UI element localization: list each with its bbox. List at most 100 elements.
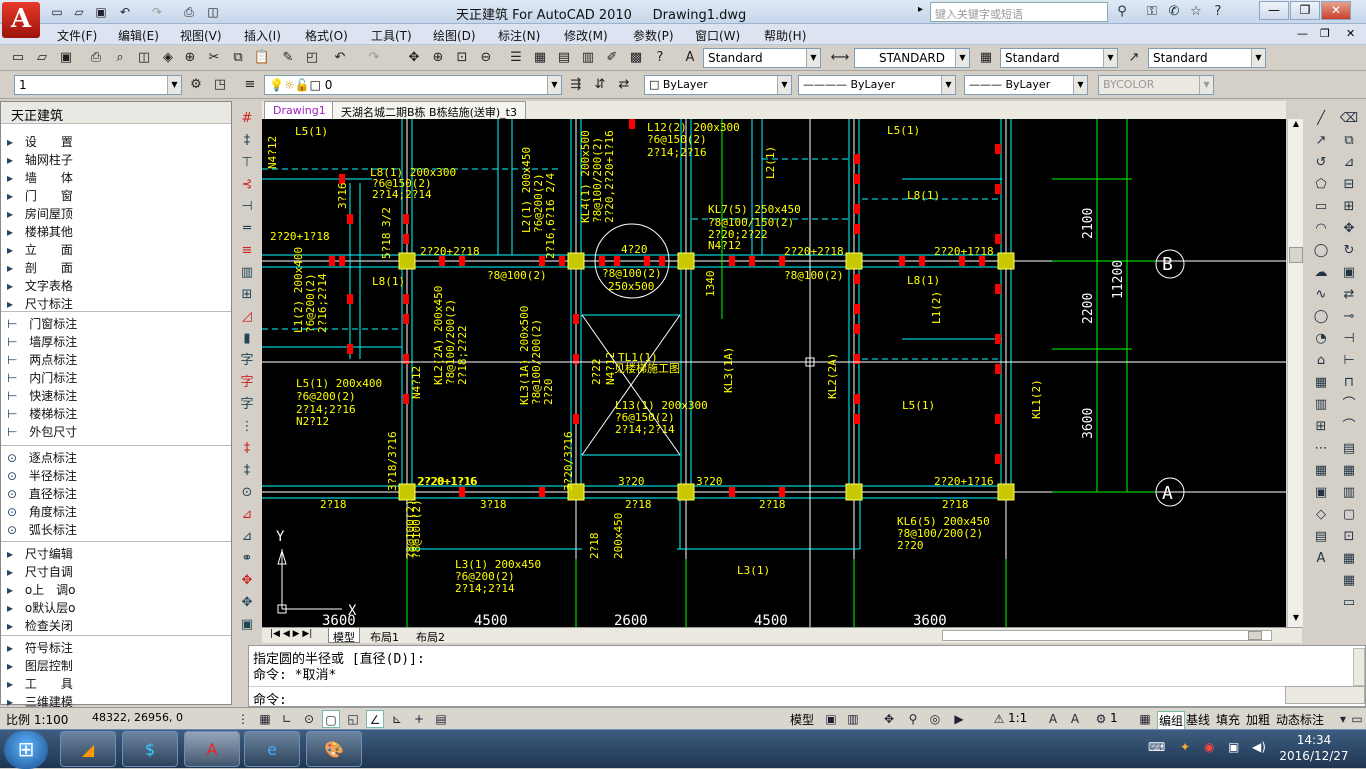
- dim2-item-group3-4[interactable]: ⊙ 弧长标注: [7, 521, 77, 539]
- etransmit-icon[interactable]: ⊕: [180, 48, 200, 68]
- publish-icon[interactable]: ◫: [134, 48, 154, 68]
- modify-tool-8-icon[interactable]: ⇄: [1339, 285, 1359, 305]
- open-icon[interactable]: ▱: [70, 3, 88, 21]
- modify-tool-10-icon[interactable]: ⊣: [1339, 329, 1359, 349]
- paste-icon[interactable]: 📋: [252, 48, 272, 68]
- draw-tool-19-icon[interactable]: ▤: [1311, 527, 1331, 547]
- search-input[interactable]: 键入关键字或短语: [930, 2, 1108, 22]
- scroll-up-icon[interactable]: ▲: [1289, 119, 1303, 133]
- tz-tool-16-icon[interactable]: ‡: [237, 461, 257, 481]
- doc-close-icon[interactable]: ✕: [1346, 27, 1355, 40]
- tz-tool-5-icon[interactable]: ═: [237, 219, 257, 239]
- modify-tool-20-icon[interactable]: ▦: [1339, 549, 1359, 569]
- volume-icon[interactable]: ◀): [1252, 740, 1266, 754]
- layer-state-icon[interactable]: ⇄: [614, 75, 634, 95]
- draw-tool-8-icon[interactable]: ∿: [1311, 285, 1331, 305]
- draw-tool-5-icon[interactable]: ◠: [1311, 219, 1331, 239]
- draw-tool-11-icon[interactable]: ⌂: [1311, 351, 1331, 371]
- help-icon[interactable]: ?: [650, 48, 670, 68]
- tz-tool-18-icon[interactable]: ⊿: [237, 505, 257, 525]
- panel-item-group1-7[interactable]: ▸ 剖 面: [7, 259, 73, 277]
- toggle-fill[interactable]: 填充: [1216, 711, 1240, 728]
- draw-tool-4-icon[interactable]: ▭: [1311, 197, 1331, 217]
- command-window[interactable]: 指定圆的半径或 [直径(D)]: 命令: *取消* 命令:: [248, 645, 1366, 708]
- text-style-icon[interactable]: A: [680, 48, 700, 68]
- modify-tool-7-icon[interactable]: ▣: [1339, 263, 1359, 283]
- edit-item-group4-0[interactable]: ▸ 尺寸编辑: [7, 545, 73, 563]
- layer-select[interactable]: 💡☼🔓□ 0 ▼: [264, 75, 562, 95]
- taskbar-app-1-icon[interactable]: ◢: [60, 731, 116, 767]
- doc-restore-icon[interactable]: ❐: [1320, 27, 1330, 40]
- calculator-icon[interactable]: ▩: [626, 48, 646, 68]
- qnew-icon[interactable]: ▭: [8, 48, 28, 68]
- taskbar-paint-icon[interactable]: 🎨: [306, 731, 362, 767]
- plotstyle-select[interactable]: BYCOLOR ▼: [1098, 75, 1214, 95]
- auto-scale-icon[interactable]: A: [1066, 710, 1084, 728]
- tz-tool-1-icon[interactable]: ‡: [237, 131, 257, 151]
- pan-icon[interactable]: ✥: [880, 710, 898, 728]
- save-icon[interactable]: ▣: [56, 48, 76, 68]
- draw-tool-20-icon[interactable]: A: [1311, 549, 1331, 569]
- panel-item-group1-3[interactable]: ▸ 门 窗: [7, 187, 73, 205]
- tz-tool-14-icon[interactable]: ⋮: [237, 417, 257, 437]
- tray-antivirus-icon[interactable]: ◉: [1204, 740, 1214, 754]
- copy-icon[interactable]: ⧉: [228, 48, 248, 68]
- markup-icon[interactable]: ✐: [602, 48, 622, 68]
- tz-tool-23-icon[interactable]: ▣: [237, 615, 257, 635]
- dim-item-group2-5[interactable]: ⊢ 楼梯标注: [7, 405, 77, 423]
- menu-draw[interactable]: 绘图(D): [431, 26, 478, 45]
- modify-tool-1-icon[interactable]: ⧉: [1339, 131, 1359, 151]
- dim-item-group2-4[interactable]: ⊢ 快速标注: [7, 387, 77, 405]
- publish-icon[interactable]: ◫: [204, 3, 222, 21]
- modify-tool-15-icon[interactable]: ▤: [1339, 439, 1359, 459]
- doc-tab-drawing1[interactable]: Drawing1: [264, 101, 335, 119]
- dim2-item-group3-2[interactable]: ⊙ 直径标注: [7, 485, 77, 503]
- modify-tool-18-icon[interactable]: ▢: [1339, 505, 1359, 525]
- workspace-switch-icon[interactable]: ⚙: [1092, 710, 1110, 728]
- pan-icon[interactable]: ✥: [404, 48, 424, 68]
- menu-window[interactable]: 窗口(W): [693, 26, 742, 45]
- application-menu-button[interactable]: A: [2, 2, 40, 38]
- tz-tool-20-icon[interactable]: ⚭: [237, 549, 257, 569]
- menu-edit[interactable]: 编辑(E): [116, 26, 161, 45]
- draw-tool-7-icon[interactable]: ☁: [1311, 263, 1331, 283]
- panel-item-group1-4[interactable]: ▸ 房间屋顶: [7, 205, 73, 223]
- key-icon[interactable]: ⚿: [1142, 3, 1162, 21]
- cut-icon[interactable]: ✂: [204, 48, 224, 68]
- modify-tool-19-icon[interactable]: ⊡: [1339, 527, 1359, 547]
- tz-tool-17-icon[interactable]: ⊙: [237, 483, 257, 503]
- scroll-thumb[interactable]: [1289, 247, 1303, 263]
- command-scrollbar[interactable]: [1285, 686, 1365, 704]
- modify-tool-21-icon[interactable]: ▦: [1339, 571, 1359, 591]
- block-editor-icon[interactable]: ◰: [302, 48, 322, 68]
- draw-tool-6-icon[interactable]: ◯: [1311, 241, 1331, 261]
- lineweight-select[interactable]: ——— ByLayer ▼: [964, 75, 1088, 95]
- doc-tab-b-building[interactable]: 天湖名城二期B栋 B栋结施(送审)_t3: [332, 101, 526, 119]
- modify-tool-5-icon[interactable]: ✥: [1339, 219, 1359, 239]
- layout1-icon[interactable]: ▣: [822, 710, 840, 728]
- dim-item-group2-6[interactable]: ⊢ 外包尺寸: [7, 423, 77, 441]
- color-select[interactable]: □ ByLayer ▼: [644, 75, 792, 95]
- zoom-icon[interactable]: ⚲: [904, 710, 922, 728]
- gear-icon[interactable]: ⚙: [186, 75, 206, 95]
- coordinate-readout[interactable]: 48322, 26956, 0: [92, 711, 183, 724]
- print-icon[interactable]: ⎙: [180, 3, 198, 21]
- menu-view[interactable]: 视图(V): [178, 26, 224, 45]
- tab-layout1[interactable]: 布局1: [366, 628, 403, 644]
- draw-tool-0-icon[interactable]: ╱: [1311, 109, 1331, 129]
- annotation-visibility-icon[interactable]: A: [1044, 710, 1062, 728]
- toggle-baseline[interactable]: 基线: [1186, 711, 1210, 728]
- panel-item-group1-9[interactable]: ▸ 尺寸标注: [7, 295, 73, 313]
- tz-tool-0-icon[interactable]: #: [237, 109, 257, 129]
- keyboard-icon[interactable]: ⌨: [1148, 740, 1165, 754]
- minimize-button[interactable]: —: [1259, 1, 1289, 20]
- properties-icon[interactable]: ☰: [506, 48, 526, 68]
- matchprop-icon[interactable]: ✎: [278, 48, 298, 68]
- tz-tool-11-icon[interactable]: 字: [237, 351, 257, 371]
- layer-manager-icon[interactable]: ≡: [240, 75, 260, 95]
- mleader-style-select[interactable]: Standard ▼: [1148, 48, 1266, 68]
- tray-app-icon[interactable]: ✦: [1180, 740, 1190, 754]
- modify-tool-9-icon[interactable]: ⊸: [1339, 307, 1359, 327]
- draw-tool-3-icon[interactable]: ⬠: [1311, 175, 1331, 195]
- new-icon[interactable]: ▭: [48, 3, 66, 21]
